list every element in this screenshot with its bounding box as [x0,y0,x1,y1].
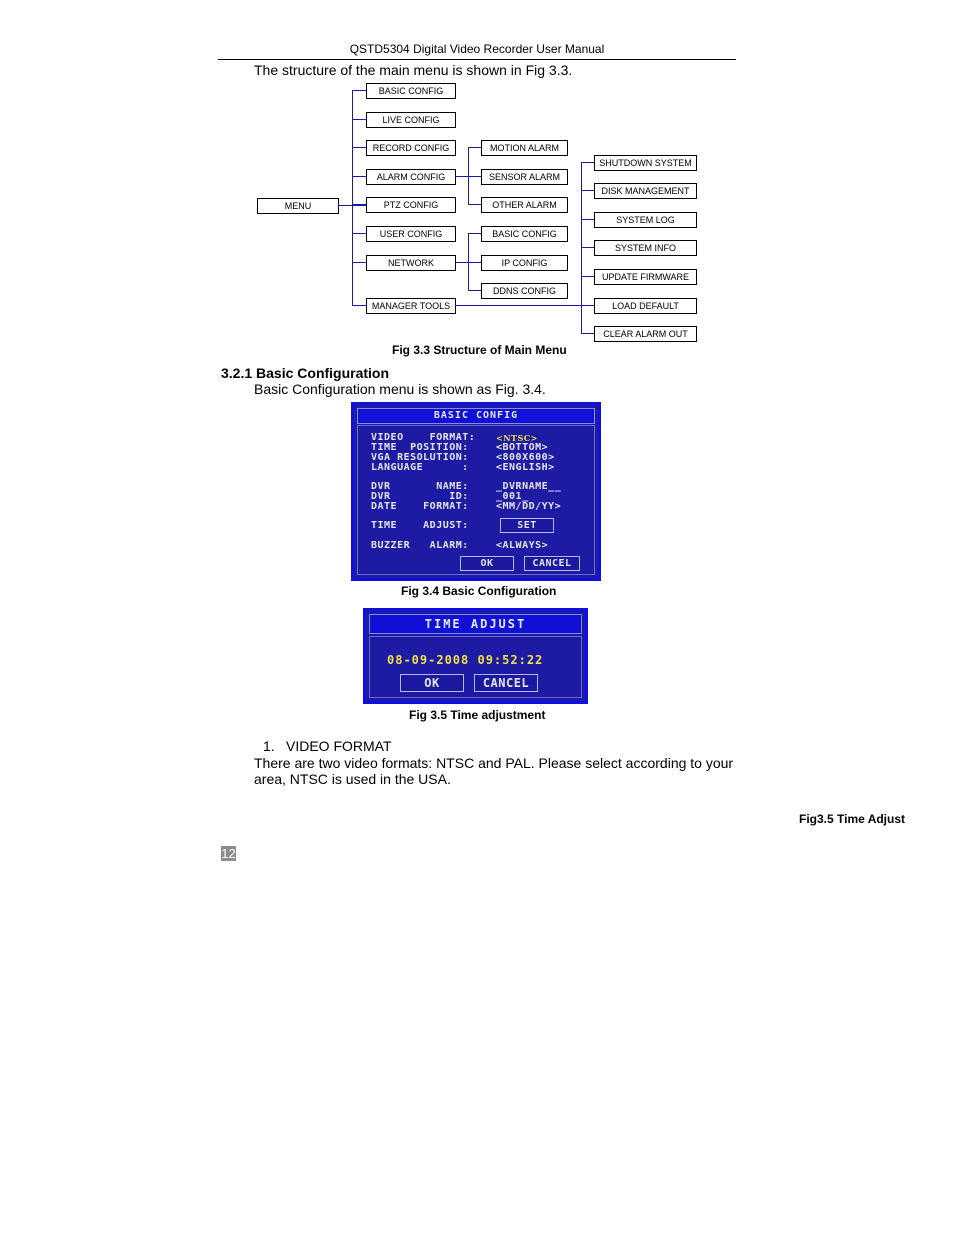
stray-caption: Fig3.5 Time Adjust [799,812,906,826]
time-adjust-title: TIME ADJUST [369,614,582,634]
manager-box-disk-management: DISK MANAGEMENT [594,183,697,199]
manager-box-shutdown-system: SHUTDOWN SYSTEM [594,155,697,171]
menu-structure-diagram: MENU BASIC CONFIG LIVE CONFIG RECORD CONFIG… [0,0,954,360]
list-item-number: 1. [263,738,275,754]
connector-line [455,305,581,306]
alarm-box-other-alarm: OTHER ALARM [481,197,568,213]
connector-line [352,262,366,263]
connector-line [468,262,481,263]
fig-3-4-caption: Fig 3.4 Basic Configuration [401,584,557,598]
basic-config-title: BASIC CONFIG [357,408,595,424]
config-row-value[interactable]: <ALWAYS> [496,541,548,551]
time-adjust-set-button[interactable]: SET [500,518,554,533]
connector-line [468,147,481,148]
page-number: 12 [221,846,236,861]
cancel-button[interactable]: CANCEL [524,556,580,571]
connector-line [581,219,594,220]
menu-box-live-config: LIVE CONFIG [366,112,456,128]
time-adjust-screenshot: TIME ADJUST 08-09-2008 09:52:22 OK CANCE… [363,608,588,704]
body-line-1: There are two video formats: NTSC and PA… [254,755,734,771]
connector-line [468,204,481,205]
config-row-value[interactable]: <ENGLISH> [496,463,555,473]
datetime-value[interactable]: 08-09-2008 09:52:22 [387,654,543,666]
section-text: Basic Configuration menu is shown as Fig… [254,381,546,397]
menu-box-ptz-config: PTZ CONFIG [366,197,456,213]
connector-line [581,247,594,248]
connector-line [455,262,468,263]
manager-box-system-info: SYSTEM INFO [594,240,697,256]
connector-line [581,305,594,306]
connector-line [352,119,366,120]
network-box-ip-config: IP CONFIG [481,255,568,271]
connector-line [468,176,481,177]
menu-box-network: NETWORK [366,255,456,271]
menu-box-record-config: RECORD CONFIG [366,140,456,156]
menu-box-user-config: USER CONFIG [366,226,456,242]
ok-button[interactable]: OK [460,556,514,571]
config-row-value[interactable]: <MM/DD/YY> [496,502,561,512]
config-row-label: LANGUAGE : [371,462,469,473]
connector-line [352,305,366,306]
connector-line [352,147,366,148]
connector-line [581,162,582,334]
connector-line [581,162,594,163]
basic-config-screenshot: BASIC CONFIG SET OK CANCEL VIDEO FORMAT:… [351,402,601,581]
fig-3-5-caption: Fig 3.5 Time adjustment [409,708,546,722]
menu-root-box: MENU [257,198,339,214]
menu-box-manager-tools: MANAGER TOOLS [366,298,456,314]
time-cancel-button[interactable]: CANCEL [474,674,538,692]
network-box-basic-config: BASIC CONFIG [481,226,568,242]
connector-line [455,176,468,177]
connector-line [352,233,366,234]
config-row-label: DATE FORMAT: [371,501,469,512]
menu-box-alarm-config: ALARM CONFIG [366,169,456,185]
connector-line [468,290,481,291]
alarm-box-motion-alarm: MOTION ALARM [481,140,568,156]
connector-line [352,90,353,306]
manager-box-clear-alarm-out: CLEAR ALARM OUT [594,326,697,342]
manager-box-system-log: SYSTEM LOG [594,212,697,228]
time-ok-button[interactable]: OK [400,674,464,692]
connector-line [581,190,594,191]
connector-line [352,90,366,91]
menu-box-basic-config: BASIC CONFIG [366,83,456,99]
manager-box-update-firmware: UPDATE FIRMWARE [594,269,697,285]
connector-line [468,233,481,234]
section-heading: 3.2.1 Basic Configuration [221,365,390,381]
body-line-2: area, NTSC is used in the USA. [254,771,451,787]
config-row-label: TIME ADJUST: [371,520,469,531]
connector-line [352,204,366,205]
connector-line [352,176,366,177]
network-box-ddns-config: DDNS CONFIG [481,283,568,299]
config-row-label: BUZZER ALARM: [371,540,469,551]
connector-line [581,333,594,334]
connector-line [581,276,594,277]
list-item-title: VIDEO FORMAT [286,738,392,754]
fig-3-3-caption: Fig 3.3 Structure of Main Menu [392,343,567,357]
manager-box-load-default: LOAD DEFAULT [594,298,697,314]
alarm-box-sensor-alarm: SENSOR ALARM [481,169,568,185]
